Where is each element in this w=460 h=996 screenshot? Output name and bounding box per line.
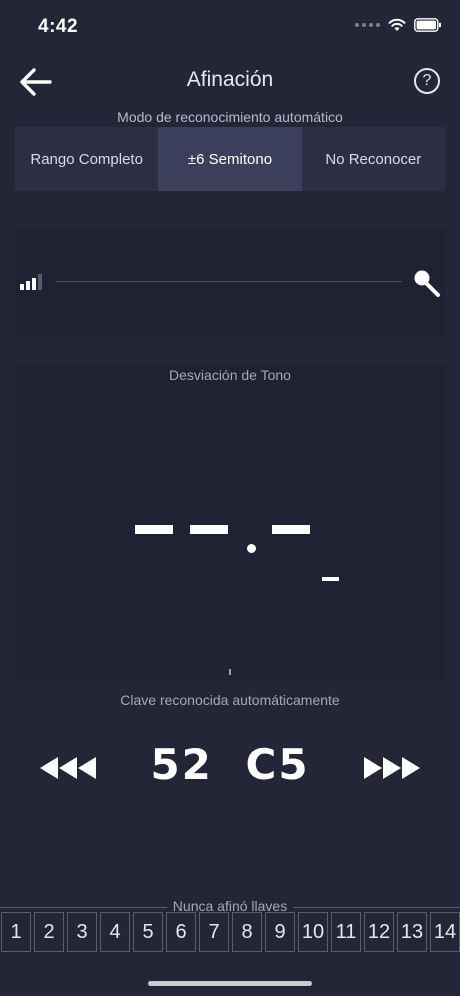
key-box[interactable]: 10 — [298, 912, 328, 952]
key-box[interactable]: 8 — [232, 912, 262, 952]
wifi-icon — [388, 18, 406, 31]
key-box[interactable]: 11 — [331, 912, 361, 952]
tuned-keys-list: 1 2 3 4 5 6 7 8 9 10 11 12 13 14 — [0, 912, 460, 954]
deviation-dash — [190, 525, 228, 534]
key-box[interactable]: 2 — [34, 912, 64, 952]
pitch-deviation-panel: Desviación de Tono — [15, 364, 445, 680]
deviation-dash — [135, 525, 173, 534]
deviation-title: Desviación de Tono — [169, 367, 291, 383]
key-box[interactable]: 5 — [133, 912, 163, 952]
key-box[interactable]: 9 — [265, 912, 295, 952]
mode-label: Modo de reconocimiento automático — [117, 109, 343, 125]
key-box[interactable]: 6 — [166, 912, 196, 952]
key-box[interactable]: 13 — [397, 912, 427, 952]
nav-header: Afinación ? — [0, 56, 460, 108]
status-bar: 4:42 — [0, 0, 460, 56]
deviation-needle — [229, 669, 231, 675]
microphone-icon — [414, 270, 440, 297]
page-title: Afinación — [186, 68, 274, 91]
key-box[interactable]: 12 — [364, 912, 394, 952]
volume-level-icon — [20, 274, 42, 290]
input-level-panel — [15, 228, 445, 336]
mode-option-full-range[interactable]: Rango Completo — [15, 127, 159, 191]
status-icons — [355, 18, 442, 32]
level-meter-line — [56, 281, 402, 282]
battery-icon — [414, 18, 441, 32]
deviation-small-dash — [322, 577, 339, 581]
key-box[interactable]: 4 — [100, 912, 130, 952]
key-box[interactable]: 1 — [1, 912, 31, 952]
signal-dots-icon — [355, 23, 380, 27]
next-key-button[interactable] — [360, 754, 422, 782]
mode-selector: Rango Completo ±6 Semitono No Reconocer — [15, 127, 445, 191]
key-box[interactable]: 3 — [67, 912, 97, 952]
help-button[interactable]: ? — [414, 68, 440, 94]
key-box[interactable]: 7 — [199, 912, 229, 952]
home-indicator[interactable] — [148, 981, 312, 986]
mode-option-no-recognize[interactable]: No Reconocer — [301, 127, 445, 191]
status-time: 4:42 — [38, 16, 79, 37]
mode-option-six-semitone[interactable]: ±6 Semitono — [158, 127, 302, 191]
deviation-dash — [272, 525, 310, 534]
key-selector: 52 C5 — [0, 736, 460, 798]
recognized-key-label: Clave reconocida automáticamente — [120, 692, 340, 708]
key-box[interactable]: 14 — [430, 912, 460, 952]
deviation-decimal-point — [247, 544, 256, 553]
